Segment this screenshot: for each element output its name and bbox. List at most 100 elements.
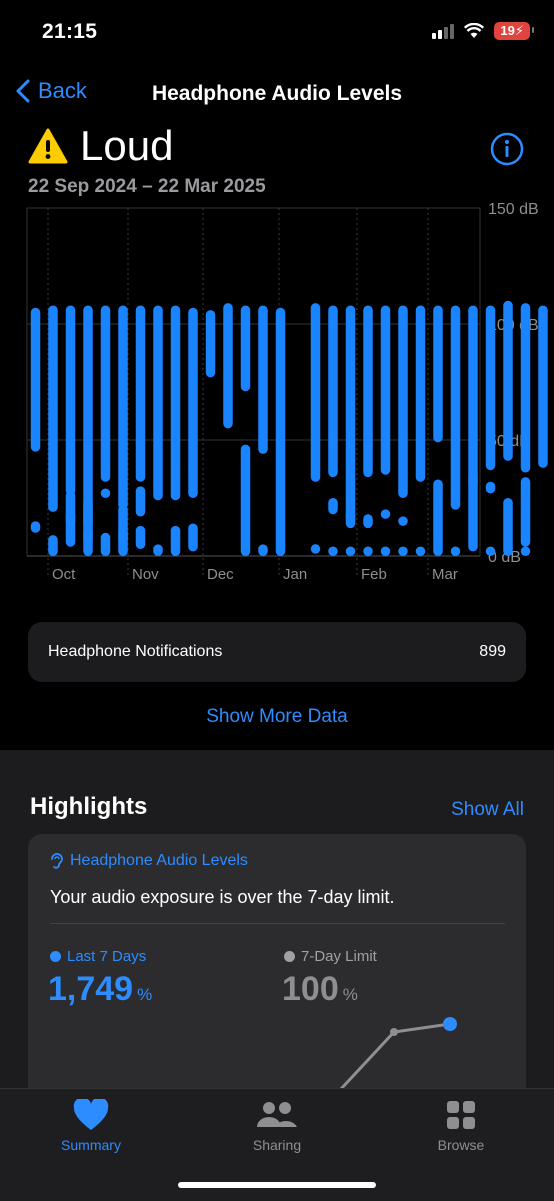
chart-bar — [363, 546, 373, 556]
people-icon — [257, 1102, 297, 1127]
chart-bar — [363, 305, 373, 478]
chart-bar — [65, 509, 76, 526]
chart-bar — [30, 307, 41, 452]
chart-bar — [468, 474, 478, 552]
x-tick-label: Mar — [432, 566, 458, 583]
tab-label: Browse — [437, 1137, 485, 1153]
divider — [50, 923, 505, 924]
info-icon[interactable] — [490, 132, 524, 166]
chart-bar — [415, 305, 426, 482]
chart-bar — [48, 305, 58, 512]
chart-bar — [538, 305, 548, 468]
chart-bar — [153, 305, 163, 501]
chart-bar — [398, 305, 408, 498]
chart-bar — [380, 546, 391, 556]
chart-bar — [380, 509, 391, 519]
chart-bar — [83, 305, 93, 531]
level-status: Loud — [80, 122, 174, 169]
show-all-button[interactable]: Show All — [451, 799, 524, 821]
chart-bar — [363, 514, 373, 529]
signal-icon — [432, 24, 455, 39]
legend-7-day-limit: 7-Day Limit — [284, 948, 377, 965]
limit-value: 100% — [282, 970, 358, 1009]
chart-bar — [100, 305, 111, 482]
x-tick-label: Nov — [132, 566, 159, 583]
chart-bar — [135, 525, 146, 550]
tab-sharing[interactable]: Sharing — [217, 1097, 337, 1153]
chart-bar — [188, 523, 198, 552]
chart-bar — [30, 521, 41, 533]
chart-bar — [503, 300, 513, 461]
chart-bar — [310, 303, 321, 482]
notifications-row[interactable]: Headphone Notifications 899 — [28, 622, 526, 682]
chart-bar — [398, 546, 408, 556]
legend-dot — [284, 951, 295, 962]
ear-icon — [51, 853, 63, 869]
chart-bar — [170, 525, 181, 556]
last-7-days-value: 1,749% — [48, 970, 152, 1009]
audio-levels-chart[interactable]: 150 dB100 dB50 dB0 dBOct Nov Dec Jan Feb Mar — [0, 195, 554, 590]
highlight-message: Your audio exposure is over the 7-day li… — [50, 887, 395, 907]
tab-label: Summary — [61, 1137, 121, 1153]
status-time: 21:15 — [42, 20, 98, 43]
chart-bar — [520, 477, 531, 547]
chart-bar — [520, 546, 531, 556]
chart-bar — [118, 528, 128, 556]
chart-bar — [415, 546, 426, 556]
legend-label: 7-Day Limit — [301, 948, 377, 965]
legend-label: Last 7 Days — [67, 948, 147, 965]
chart-bar — [503, 498, 513, 556]
chart-bar — [450, 500, 461, 510]
value-number: 100 — [282, 970, 339, 1008]
home-indicator — [178, 1182, 376, 1188]
chart-bar — [345, 305, 356, 524]
page-title: Headphone Audio Levels — [151, 82, 403, 105]
status-icons: 19⚡ — [432, 22, 534, 40]
chart-bar — [275, 307, 286, 556]
chart-bar — [135, 305, 146, 482]
chart-bar — [345, 546, 356, 556]
chart-bar — [100, 488, 111, 498]
value-number: 1,749 — [48, 970, 134, 1008]
chart-bar — [450, 546, 461, 556]
show-more-data-button[interactable]: Show More Data — [0, 706, 554, 728]
chart-bar — [223, 303, 233, 429]
chart-bar — [520, 303, 531, 473]
chart-bar — [240, 305, 251, 392]
chart-bar — [153, 544, 163, 556]
tab-browse[interactable]: Browse — [401, 1097, 521, 1153]
chart-bar — [240, 444, 251, 556]
chart-bar — [188, 307, 198, 473]
chart-bar — [433, 305, 443, 443]
wifi-icon — [464, 23, 485, 38]
chart-bar — [83, 525, 93, 556]
chart-bar — [345, 509, 356, 529]
chart-bar — [328, 546, 338, 556]
legend-dot — [50, 951, 61, 962]
value-unit: % — [137, 985, 153, 1004]
y-tick-label: 150 dB — [488, 201, 539, 218]
chart-bar — [188, 463, 198, 498]
chart-bar — [485, 546, 496, 556]
highlight-category-label: Headphone Audio Levels — [70, 852, 248, 869]
tab-label: Sharing — [252, 1137, 302, 1153]
highlights-title: Highlights — [30, 793, 148, 820]
x-tick-label: Jan — [283, 566, 307, 583]
warning-icon — [28, 128, 68, 164]
notifications-label: Headphone Notifications — [48, 643, 223, 660]
chart-bar — [65, 305, 76, 496]
chart-bar — [310, 544, 321, 554]
chart-bar — [100, 532, 111, 556]
legend-last-7-days: Last 7 Days — [50, 948, 146, 965]
chart-bar — [485, 481, 496, 494]
y-tick-label: 100 dB — [488, 317, 539, 334]
trend-line — [338, 1017, 457, 1090]
chart-bar — [450, 305, 461, 510]
chart-bar — [170, 305, 181, 501]
tab-summary[interactable]: Summary — [31, 1097, 151, 1153]
chart-bar — [380, 305, 391, 475]
chart-bar — [135, 486, 146, 517]
x-tick-label: Oct — [52, 566, 76, 583]
notifications-count: 899 — [479, 643, 506, 660]
chart-bar — [205, 310, 216, 378]
